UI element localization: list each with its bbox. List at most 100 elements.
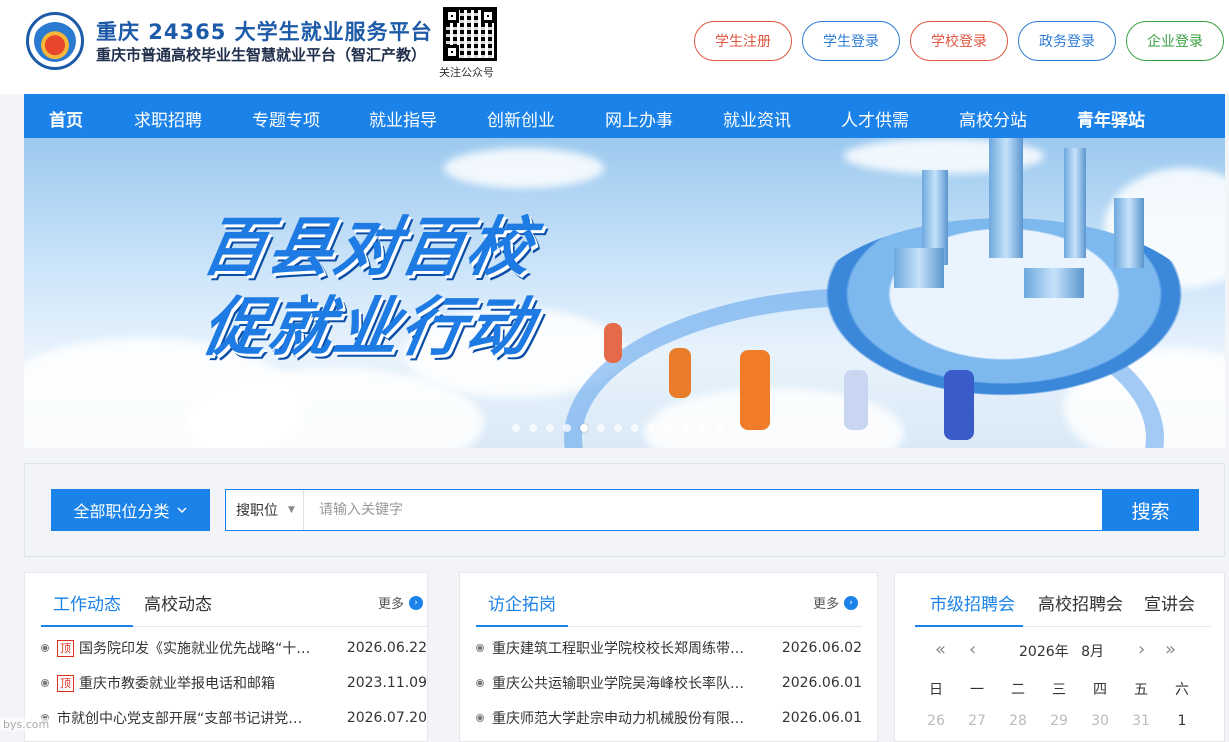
carousel-dot[interactable] (580, 424, 588, 432)
calendar-weekday: 一 (970, 682, 984, 698)
chevron-right-icon: › (409, 595, 424, 610)
category-label: 全部职位分类 (73, 502, 170, 521)
student-login-button[interactable]: 学生登录 (802, 21, 900, 61)
nav-item-topics[interactable]: 专题专项 (252, 106, 320, 131)
chevron-right-icon: › (844, 595, 859, 610)
news-date: 2023.11.09 (346, 675, 427, 691)
nav-item-jobs[interactable]: 求职招聘 (134, 106, 202, 131)
calendar-day[interactable]: 30 (1088, 713, 1112, 729)
nav-item-youth-station[interactable]: 青年驿站 (1077, 106, 1145, 131)
carousel-dot[interactable] (563, 424, 571, 432)
school-login-button[interactable]: 学校登录 (910, 21, 1008, 61)
job-fair-calendar-panel: 市级招聘会 高校招聘会 宣讲会 « ‹ 2026年 8月 › » 日 一 二 三 四 五 六… (894, 572, 1225, 742)
tab-work-news[interactable]: 工作动态 (53, 590, 121, 615)
search-input[interactable] (305, 490, 1101, 530)
calendar-day[interactable]: 27 (965, 713, 989, 729)
calendar-weekday: 三 (1052, 682, 1066, 698)
category-dropdown-button[interactable]: 全部职位分类 (51, 489, 210, 531)
bullet-icon (476, 679, 484, 687)
news-more-link[interactable]: 更多 › (378, 593, 424, 612)
news-date: 2026.06.02 (781, 640, 862, 656)
news-item[interactable]: 重庆师范大学赴宗申动力机械股份有限… 2026.06.01 (476, 707, 862, 729)
news-item[interactable]: 重庆建筑工程职业学院校校长郑周练带… 2026.06.02 (476, 637, 862, 659)
nav-item-entrepreneurship[interactable]: 创新创业 (487, 106, 555, 131)
carousel-dot[interactable] (699, 424, 707, 432)
calendar-day[interactable]: 29 (1047, 713, 1071, 729)
runner-figure (740, 350, 770, 430)
carousel-dot[interactable] (665, 424, 673, 432)
caret-down-icon: ▼ (288, 505, 295, 515)
watermark: bys.com (0, 718, 53, 731)
calendar-year-month: 2026年 8月 (1019, 641, 1104, 661)
bullet-icon (41, 644, 49, 652)
carousel-dot[interactable] (512, 424, 520, 432)
calendar-weekday: 四 (1093, 682, 1107, 698)
news-panel: 工作动态 高校动态 更多 › 顶 国务院印发《实施就业优先战略“十… 2026.… (24, 572, 429, 742)
carousel-dot[interactable] (597, 424, 605, 432)
news-item[interactable]: 顶 国务院印发《实施就业优先战略“十… 2026.06.22 (41, 637, 427, 659)
prev-year-icon[interactable]: « (935, 639, 946, 660)
tab-city-job-fair[interactable]: 市级招聘会 (930, 590, 1015, 615)
pinned-badge: 顶 (57, 674, 74, 692)
qr-code (443, 7, 497, 61)
hero-banner[interactable]: 百县对百校 促就业行动 (24, 138, 1225, 448)
calendar-weekday: 二 (1011, 682, 1025, 698)
carousel-dot[interactable] (682, 424, 690, 432)
next-year-icon[interactable]: » (1165, 639, 1176, 660)
news-title: 重庆建筑工程职业学院校校长郑周练带… (492, 641, 744, 657)
student-register-button[interactable]: 学生注册 (694, 21, 792, 61)
tab-campus-job-fair[interactable]: 高校招聘会 (1038, 590, 1123, 615)
bullet-icon (41, 679, 49, 687)
prev-month-icon[interactable]: ‹ (969, 639, 976, 660)
runner-figure (944, 370, 974, 440)
visit-more-link[interactable]: 更多 › (813, 593, 859, 612)
carousel-dot[interactable] (529, 424, 537, 432)
enterprise-login-button[interactable]: 企业登录 (1126, 21, 1224, 61)
search-button[interactable]: 搜索 (1102, 489, 1199, 531)
banner-headline-1: 百县对百校 (196, 211, 540, 285)
carousel-dot[interactable] (716, 424, 724, 432)
calendar-year: 2026年 (1019, 644, 1069, 660)
next-month-icon[interactable]: › (1138, 639, 1145, 660)
site-header: 重庆 24365 大学生就业服务平台 重庆市普通高校毕业生智慧就业平台（智汇产教… (0, 0, 1229, 94)
calendar-weekday: 六 (1175, 682, 1189, 698)
search-field: 搜职位 ▼ (225, 489, 1103, 531)
nav-item-online-services[interactable]: 网上办事 (605, 106, 673, 131)
calendar-day[interactable]: 1 (1170, 713, 1194, 729)
logo-emblem (34, 20, 76, 62)
nav-item-guidance[interactable]: 就业指导 (369, 106, 437, 131)
carousel-dots (512, 424, 741, 432)
nav-item-talent[interactable]: 人才供需 (841, 106, 909, 131)
search-type-select[interactable]: 搜职位 ▼ (226, 490, 304, 530)
news-item[interactable]: 顶 重庆市教委就业举报电话和邮箱 2023.11.09 (41, 672, 427, 694)
calendar-weekday: 日 (929, 682, 943, 698)
government-login-button[interactable]: 政务登录 (1018, 21, 1116, 61)
calendar-day[interactable]: 26 (924, 713, 948, 729)
bullet-icon (476, 644, 484, 652)
news-date: 2026.06.01 (781, 675, 862, 691)
calendar-day[interactable]: 31 (1129, 713, 1153, 729)
carousel-dot[interactable] (631, 424, 639, 432)
bullet-icon (476, 714, 484, 722)
carousel-dot[interactable] (614, 424, 622, 432)
carousel-dot[interactable] (546, 424, 554, 432)
news-title: 重庆师范大学赴宗申动力机械股份有限… (492, 711, 744, 727)
news-date: 2026.07.20 (346, 710, 427, 726)
calendar-day[interactable]: 28 (1006, 713, 1030, 729)
tab-presentation[interactable]: 宣讲会 (1144, 590, 1195, 615)
news-title: 市就创中心党支部开展“支部书记讲党… (57, 711, 303, 727)
carousel-dot[interactable] (648, 424, 656, 432)
news-item[interactable]: 市就创中心党支部开展“支部书记讲党… 2026.07.20 (41, 707, 427, 729)
news-item[interactable]: 重庆公共运输职业学院吴海峰校长率队… 2026.06.01 (476, 672, 862, 694)
runner-figure (669, 348, 691, 398)
calendar-month: 8月 (1081, 644, 1105, 660)
nav-item-home[interactable]: 首页 (49, 106, 83, 131)
tab-campus-news[interactable]: 高校动态 (144, 590, 212, 615)
site-subtitle: 重庆市普通高校毕业生智慧就业平台（智汇产教） (96, 46, 427, 64)
site-logo[interactable] (26, 12, 84, 70)
tab-enterprise-visit[interactable]: 访企拓岗 (488, 590, 556, 615)
nav-item-campus-sites[interactable]: 高校分站 (959, 106, 1027, 131)
carousel-dot[interactable] (733, 424, 741, 432)
nav-item-news[interactable]: 就业资讯 (723, 106, 791, 131)
search-type-label: 搜职位 (236, 503, 278, 519)
